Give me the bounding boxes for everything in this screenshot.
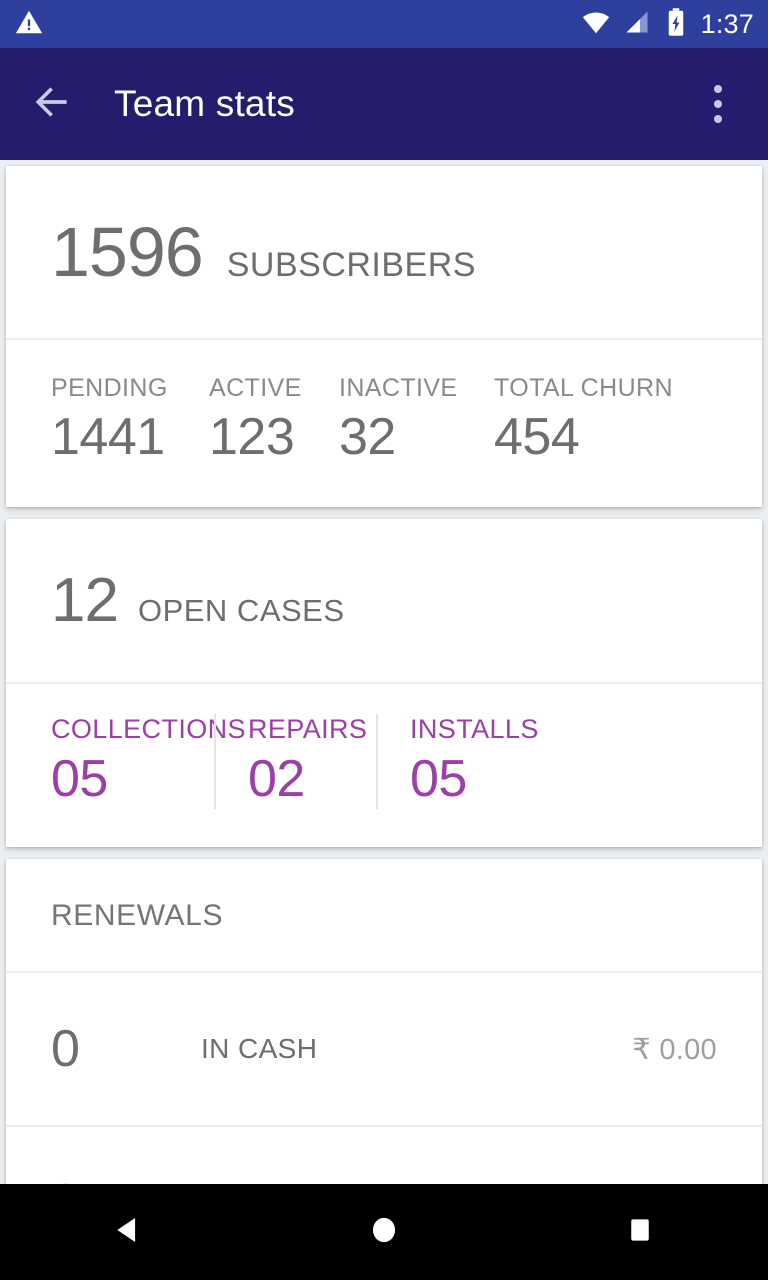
cellular-signal-icon xyxy=(623,8,651,41)
casestat-value: 05 xyxy=(410,750,467,808)
subscribers-total-label: SUBSCRIBERS xyxy=(226,246,476,284)
substat-value: 32 xyxy=(339,408,396,466)
status-bar-left xyxy=(14,7,44,42)
casestat-label: REPAIRS xyxy=(248,714,368,744)
wifi-icon xyxy=(581,7,611,42)
open-cases-breakdown: COLLECTIONS 05 REPAIRS 02 INSTALLS 05 xyxy=(6,684,762,847)
warning-triangle-icon xyxy=(14,7,44,42)
casestat-label: COLLECTIONS xyxy=(51,714,246,744)
substat-pending: PENDING 1441 xyxy=(51,374,209,467)
nav-recents-button[interactable] xyxy=(580,1184,700,1280)
nav-back-button[interactable] xyxy=(68,1184,188,1280)
casestat-label: INSTALLS xyxy=(410,714,539,744)
scroll-content[interactable]: 1596 SUBSCRIBERS PENDING 1441 ACTIVE 123… xyxy=(0,160,768,1184)
phone-screen: 1:37 Team stats 1596 SUBSCRIBERS PENDING… xyxy=(0,0,768,1280)
android-navigation-bar xyxy=(0,1184,768,1280)
renewals-card[interactable]: RENEWALS 0 IN CASH ₹ 0.00 0 ONLINE ₹ 0.0… xyxy=(6,859,762,1184)
subscribers-breakdown: PENDING 1441 ACTIVE 123 INACTIVE 32 TOTA… xyxy=(6,340,762,507)
nav-back-triangle-icon xyxy=(111,1213,145,1252)
status-bar-clock: 1:37 xyxy=(700,8,754,39)
subscribers-total: 1596 xyxy=(51,213,204,291)
status-bar-right: 1:37 xyxy=(581,7,754,42)
casestat-value: 02 xyxy=(248,750,305,808)
renewal-count: 0 xyxy=(51,1020,80,1078)
substat-value: 1441 xyxy=(51,408,165,466)
overflow-menu-button[interactable] xyxy=(690,74,746,134)
renewal-row-online[interactable]: 0 ONLINE ₹ 0.00 xyxy=(6,1127,762,1184)
substat-label: TOTAL CHURN xyxy=(494,374,673,402)
nav-home-circle-icon xyxy=(367,1213,401,1252)
open-cases-hero: 12 OPEN CASES xyxy=(6,519,762,682)
renewal-amount: ₹ 0.00 xyxy=(632,1033,717,1066)
substat-value: 454 xyxy=(494,408,580,466)
substat-label: ACTIVE xyxy=(209,374,302,402)
subscribers-hero: 1596 SUBSCRIBERS xyxy=(6,166,762,338)
renewal-count: 0 xyxy=(51,1173,201,1184)
substat-label: INACTIVE xyxy=(339,374,458,402)
open-cases-total-label: OPEN CASES xyxy=(137,593,345,628)
renewals-header: RENEWALS xyxy=(6,859,762,971)
substat-total-churn: TOTAL CHURN 454 xyxy=(494,374,694,467)
renewal-row-in-cash[interactable]: 0 IN CASH ₹ 0.00 xyxy=(6,973,762,1125)
subscribers-card[interactable]: 1596 SUBSCRIBERS PENDING 1441 ACTIVE 123… xyxy=(6,166,762,507)
nav-recents-square-icon xyxy=(625,1215,655,1250)
nav-home-button[interactable] xyxy=(324,1184,444,1280)
back-button[interactable] xyxy=(22,74,82,134)
more-vertical-icon xyxy=(714,85,722,123)
back-arrow-icon xyxy=(30,80,74,129)
open-cases-card[interactable]: 12 OPEN CASES COLLECTIONS 05 REPAIRS 02 … xyxy=(6,519,762,847)
app-bar: Team stats xyxy=(0,48,768,160)
substat-value: 123 xyxy=(209,408,295,466)
open-cases-total: 12 xyxy=(51,566,119,635)
status-bar: 1:37 xyxy=(0,0,768,48)
casestat-installs[interactable]: INSTALLS 05 xyxy=(376,714,556,809)
casestat-repairs[interactable]: REPAIRS 02 xyxy=(214,714,376,809)
renewal-method: IN CASH xyxy=(201,1033,318,1064)
page-title: Team stats xyxy=(114,83,295,124)
casestat-collections[interactable]: COLLECTIONS 05 xyxy=(6,714,246,809)
renewals-title: RENEWALS xyxy=(51,899,224,932)
casestat-value: 05 xyxy=(51,750,108,808)
substat-label: PENDING xyxy=(51,374,168,402)
battery-charging-icon xyxy=(663,7,689,42)
substat-inactive: INACTIVE 32 xyxy=(339,374,494,467)
substat-active: ACTIVE 123 xyxy=(209,374,339,467)
